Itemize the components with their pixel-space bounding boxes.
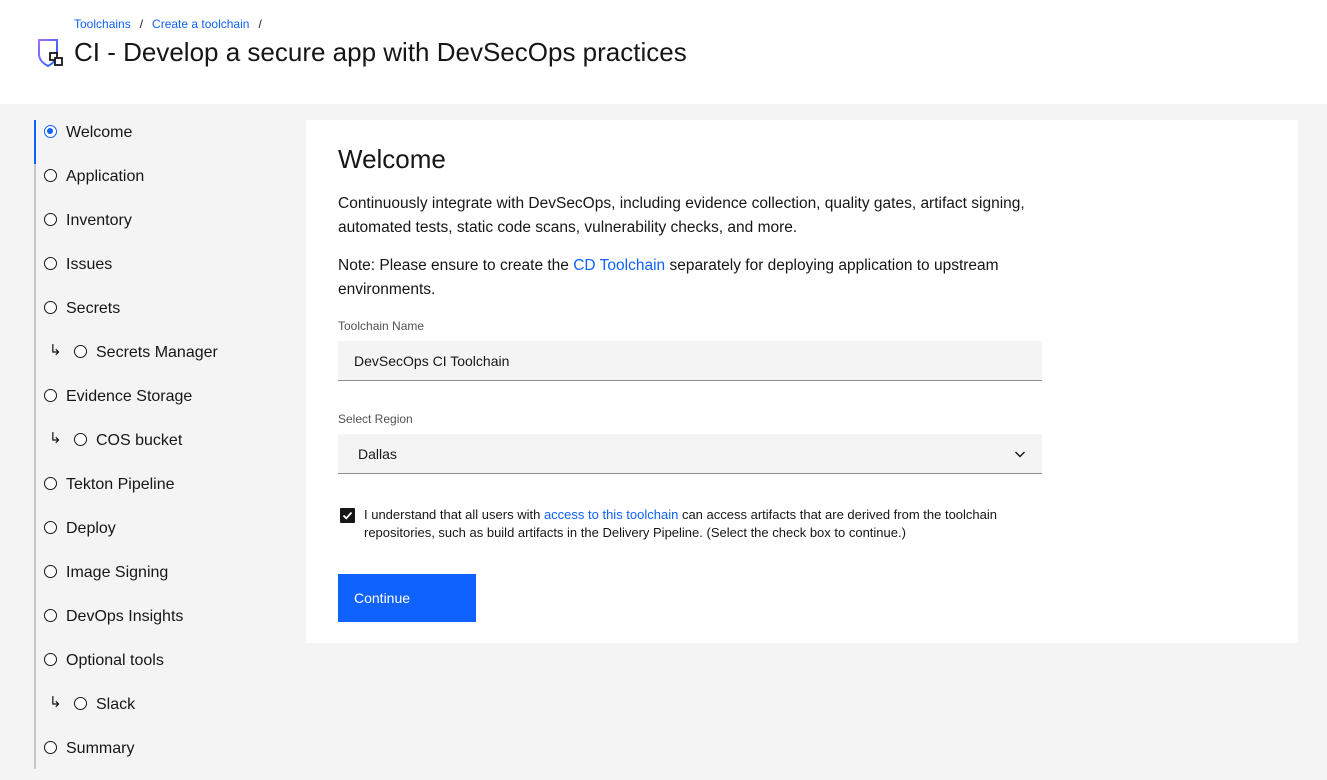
step-label: Deploy (66, 520, 116, 537)
step-incomplete-icon (44, 521, 57, 534)
note-text: Note: Please ensure to create the CD Too… (338, 254, 1058, 302)
step-incomplete-icon (44, 257, 57, 270)
step-incomplete-icon (74, 697, 87, 710)
sub-step-arrow-icon: ↳ (49, 694, 62, 711)
consent-checkbox[interactable] (340, 508, 355, 523)
step-label: Summary (66, 740, 135, 757)
page-title: CI - Develop a secure app with DevSecOps… (74, 36, 687, 67)
step-label: DevOps Insights (66, 608, 184, 625)
step-application[interactable]: Application (34, 164, 284, 208)
step-label: COS bucket (96, 432, 183, 449)
step-inventory[interactable]: Inventory (34, 208, 284, 252)
toolchain-name-input[interactable] (338, 341, 1042, 381)
step-incomplete-icon (74, 433, 87, 446)
step-label: Tekton Pipeline (66, 476, 175, 493)
step-tekton-pipeline[interactable]: Tekton Pipeline (34, 472, 284, 516)
progress-steps: Welcome Application Inventory Issues Sec… (34, 120, 284, 769)
step-image-signing[interactable]: Image Signing (34, 560, 284, 604)
step-secrets-manager[interactable]: ↳ Secrets Manager (34, 340, 284, 384)
consent-text: I understand that all users with access … (364, 506, 1044, 542)
step-incomplete-icon (44, 389, 57, 402)
region-label: Select Region (338, 412, 413, 426)
step-label: Image Signing (66, 564, 169, 581)
step-issues[interactable]: Issues (34, 252, 284, 296)
step-incomplete-icon (74, 345, 87, 358)
region-selected-value: Dallas (358, 446, 397, 462)
title-row: CI - Develop a secure app with DevSecOps… (37, 36, 687, 68)
step-incomplete-icon (44, 301, 57, 314)
breadcrumb-separator: / (258, 17, 262, 31)
intro-text: Continuously integrate with DevSecOps, i… (338, 195, 1025, 236)
step-incomplete-icon (44, 565, 57, 578)
step-incomplete-icon (44, 653, 57, 666)
cd-toolchain-link[interactable]: CD Toolchain (573, 257, 665, 274)
step-label: Application (66, 168, 145, 185)
section-title: Welcome (338, 144, 446, 174)
continue-button[interactable]: Continue (338, 574, 476, 622)
step-label: Inventory (66, 212, 132, 229)
welcome-card: Welcome Continuously integrate with DevS… (306, 120, 1298, 643)
checkmark-icon (342, 511, 353, 520)
step-incomplete-icon (44, 169, 57, 182)
toolchain-icon (37, 38, 65, 68)
step-label: Slack (96, 696, 136, 713)
consent-prefix: I understand that all users with (364, 507, 544, 522)
step-incomplete-icon (44, 213, 57, 226)
step-secrets[interactable]: Secrets (34, 296, 284, 340)
chevron-down-icon (1015, 451, 1025, 458)
step-active-icon (44, 125, 57, 138)
step-optional-tools[interactable]: Optional tools (34, 648, 284, 692)
breadcrumb: Toolchains / Create a toolchain / (74, 17, 271, 31)
step-evidence-storage[interactable]: Evidence Storage (34, 384, 284, 428)
step-label: Issues (66, 256, 113, 273)
step-cos-bucket[interactable]: ↳ COS bucket (34, 428, 284, 472)
sub-step-arrow-icon: ↳ (49, 430, 62, 447)
step-deploy[interactable]: Deploy (34, 516, 284, 560)
step-label: Secrets (66, 300, 121, 317)
step-incomplete-icon (44, 477, 57, 490)
step-incomplete-icon (44, 609, 57, 622)
step-summary[interactable]: Summary (34, 736, 284, 780)
step-incomplete-icon (44, 741, 57, 754)
breadcrumb-separator: / (139, 17, 144, 31)
step-slack[interactable]: ↳ Slack (34, 692, 284, 736)
toolchain-access-link[interactable]: access to this toolchain (544, 507, 678, 522)
step-label: Evidence Storage (66, 388, 193, 405)
sub-step-arrow-icon: ↳ (49, 342, 62, 359)
step-welcome[interactable]: Welcome (34, 120, 284, 164)
step-label: Optional tools (66, 652, 164, 669)
breadcrumb-create-toolchain-link[interactable]: Create a toolchain (152, 17, 249, 31)
page-header: Toolchains / Create a toolchain / CI - D… (0, 0, 1327, 104)
note-prefix: Note: Please ensure to create the (338, 257, 574, 274)
region-select[interactable]: Dallas (338, 434, 1042, 474)
toolchain-name-label: Toolchain Name (338, 319, 425, 333)
breadcrumb-toolchains-link[interactable]: Toolchains (74, 17, 131, 31)
step-label: Secrets Manager (96, 344, 218, 361)
step-label: Welcome (66, 124, 133, 141)
step-devops-insights[interactable]: DevOps Insights (34, 604, 284, 648)
